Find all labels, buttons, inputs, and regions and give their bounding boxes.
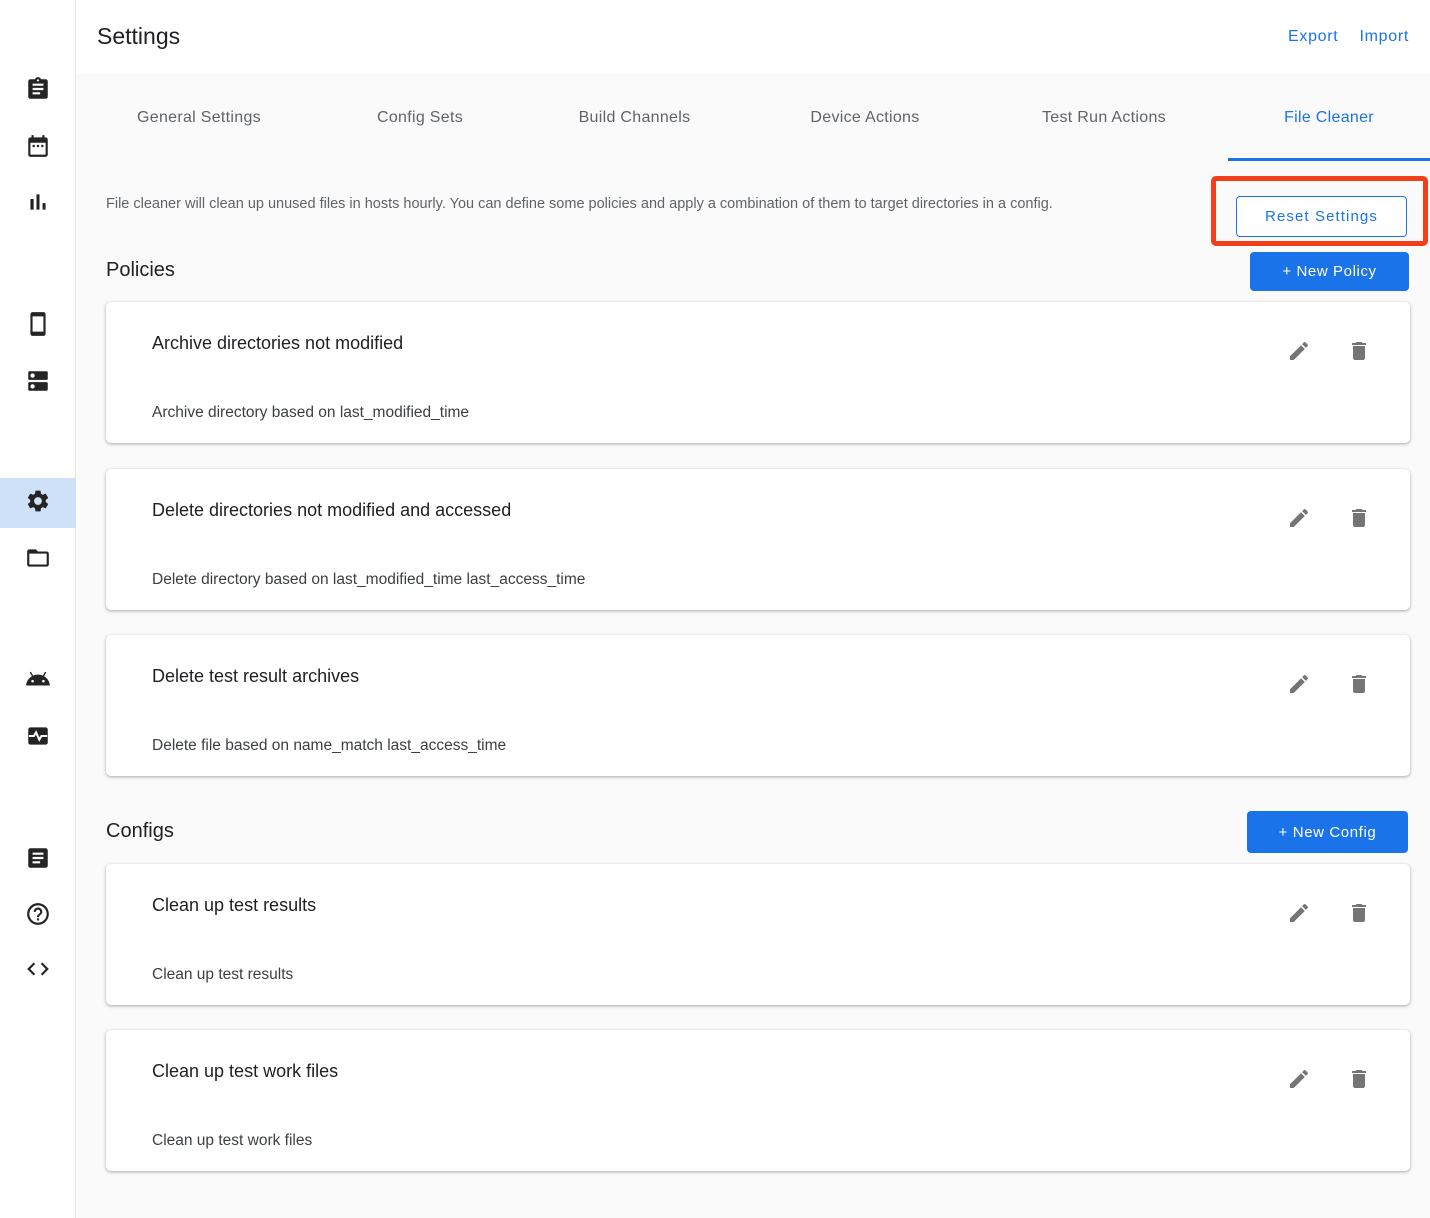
- edit-config-button[interactable]: [1279, 1060, 1319, 1100]
- edit-policy-button[interactable]: [1279, 665, 1319, 705]
- config-title: Clean up test work files: [152, 1061, 338, 1082]
- article-icon: [25, 845, 51, 876]
- edit-icon: [1287, 901, 1311, 928]
- card-actions: [1279, 894, 1379, 934]
- delete-policy-button[interactable]: [1339, 499, 1379, 539]
- sidebar-item-calendar[interactable]: [0, 123, 76, 173]
- delete-policy-button[interactable]: [1339, 665, 1379, 705]
- delete-icon: [1347, 506, 1371, 533]
- policy-title: Archive directories not modified: [152, 333, 403, 354]
- card-actions: [1279, 1060, 1379, 1100]
- calendar-icon: [25, 133, 51, 164]
- policy-subtitle: Delete directory based on last_modified_…: [152, 571, 585, 589]
- card-actions: [1279, 499, 1379, 539]
- sidebar-item-android[interactable]: [0, 656, 76, 706]
- config-title: Clean up test results: [152, 895, 316, 916]
- header-actions: Export Import: [1288, 28, 1409, 46]
- policy-subtitle: Archive directory based on last_modified…: [152, 404, 469, 422]
- config-subtitle: Clean up test work files: [152, 1132, 312, 1150]
- sidebar: [0, 0, 76, 1218]
- edit-policy-button[interactable]: [1279, 332, 1319, 372]
- configs-heading: Configs: [106, 820, 174, 843]
- policy-title: Delete test result archives: [152, 666, 359, 687]
- reset-settings-button[interactable]: Reset Settings: [1236, 196, 1407, 237]
- edit-icon: [1287, 1067, 1311, 1094]
- delete-icon: [1347, 339, 1371, 366]
- sidebar-item-help[interactable]: [0, 891, 76, 941]
- edit-icon: [1287, 672, 1311, 699]
- sidebar-item-settings[interactable]: [0, 478, 76, 528]
- config-card: Clean up test work files Clean up test w…: [106, 1030, 1410, 1171]
- settings-page: Settings Export Import General Settings …: [0, 0, 1430, 1218]
- dns-icon: [25, 368, 51, 399]
- config-subtitle: Clean up test results: [152, 966, 293, 984]
- edit-policy-button[interactable]: [1279, 499, 1319, 539]
- settings-icon: [25, 488, 51, 519]
- policy-card: Archive directories not modified Archive…: [106, 302, 1410, 443]
- tab-device-actions[interactable]: Device Actions: [750, 74, 980, 161]
- policies-heading: Policies: [106, 259, 175, 282]
- policy-title: Delete directories not modified and acce…: [152, 500, 511, 521]
- delete-config-button[interactable]: [1339, 1060, 1379, 1100]
- help-icon: [25, 901, 51, 932]
- sidebar-item-hosts[interactable]: [0, 358, 76, 408]
- android-icon: [25, 666, 51, 697]
- bar-chart-icon: [25, 189, 51, 220]
- assignment-icon: [25, 76, 51, 107]
- sidebar-item-dev-code[interactable]: [0, 946, 76, 996]
- new-config-button[interactable]: + New Config: [1247, 811, 1408, 853]
- policy-subtitle: Delete file based on name_match last_acc…: [152, 737, 506, 755]
- delete-policy-button[interactable]: [1339, 332, 1379, 372]
- export-link[interactable]: Export: [1288, 28, 1338, 46]
- sidebar-item-devices[interactable]: [0, 301, 76, 351]
- file-cleaner-description: File cleaner will clean up unused files …: [106, 196, 1116, 212]
- sidebar-item-docs[interactable]: [0, 835, 76, 885]
- code-icon: [25, 956, 51, 987]
- sidebar-item-bar-chart[interactable]: [0, 179, 76, 229]
- new-policy-button[interactable]: + New Policy: [1250, 252, 1409, 291]
- sidebar-item-file-browser[interactable]: [0, 535, 76, 585]
- settings-tab-bar: General Settings Config Sets Build Chann…: [77, 74, 1430, 161]
- delete-icon: [1347, 672, 1371, 699]
- policy-card: Delete test result archives Delete file …: [106, 635, 1410, 776]
- sidebar-item-monitoring[interactable]: [0, 713, 76, 763]
- tab-test-run-actions[interactable]: Test Run Actions: [980, 74, 1228, 161]
- delete-icon: [1347, 1067, 1371, 1094]
- card-actions: [1279, 665, 1379, 705]
- tab-file-cleaner[interactable]: File Cleaner: [1228, 74, 1430, 161]
- page-title: Settings: [97, 23, 180, 50]
- monitoring-icon: [25, 723, 51, 754]
- delete-icon: [1347, 901, 1371, 928]
- smartphone-icon: [25, 311, 51, 342]
- edit-config-button[interactable]: [1279, 894, 1319, 934]
- tab-general-settings[interactable]: General Settings: [77, 74, 321, 161]
- tab-build-channels[interactable]: Build Channels: [519, 74, 750, 161]
- policy-card: Delete directories not modified and acce…: [106, 469, 1410, 610]
- card-actions: [1279, 332, 1379, 372]
- sidebar-item-assignment[interactable]: [0, 66, 76, 116]
- config-card: Clean up test results Clean up test resu…: [106, 864, 1410, 1005]
- edit-icon: [1287, 506, 1311, 533]
- edit-icon: [1287, 339, 1311, 366]
- delete-config-button[interactable]: [1339, 894, 1379, 934]
- import-link[interactable]: Import: [1359, 28, 1409, 46]
- folder-icon: [25, 545, 51, 576]
- tab-config-sets[interactable]: Config Sets: [321, 74, 519, 161]
